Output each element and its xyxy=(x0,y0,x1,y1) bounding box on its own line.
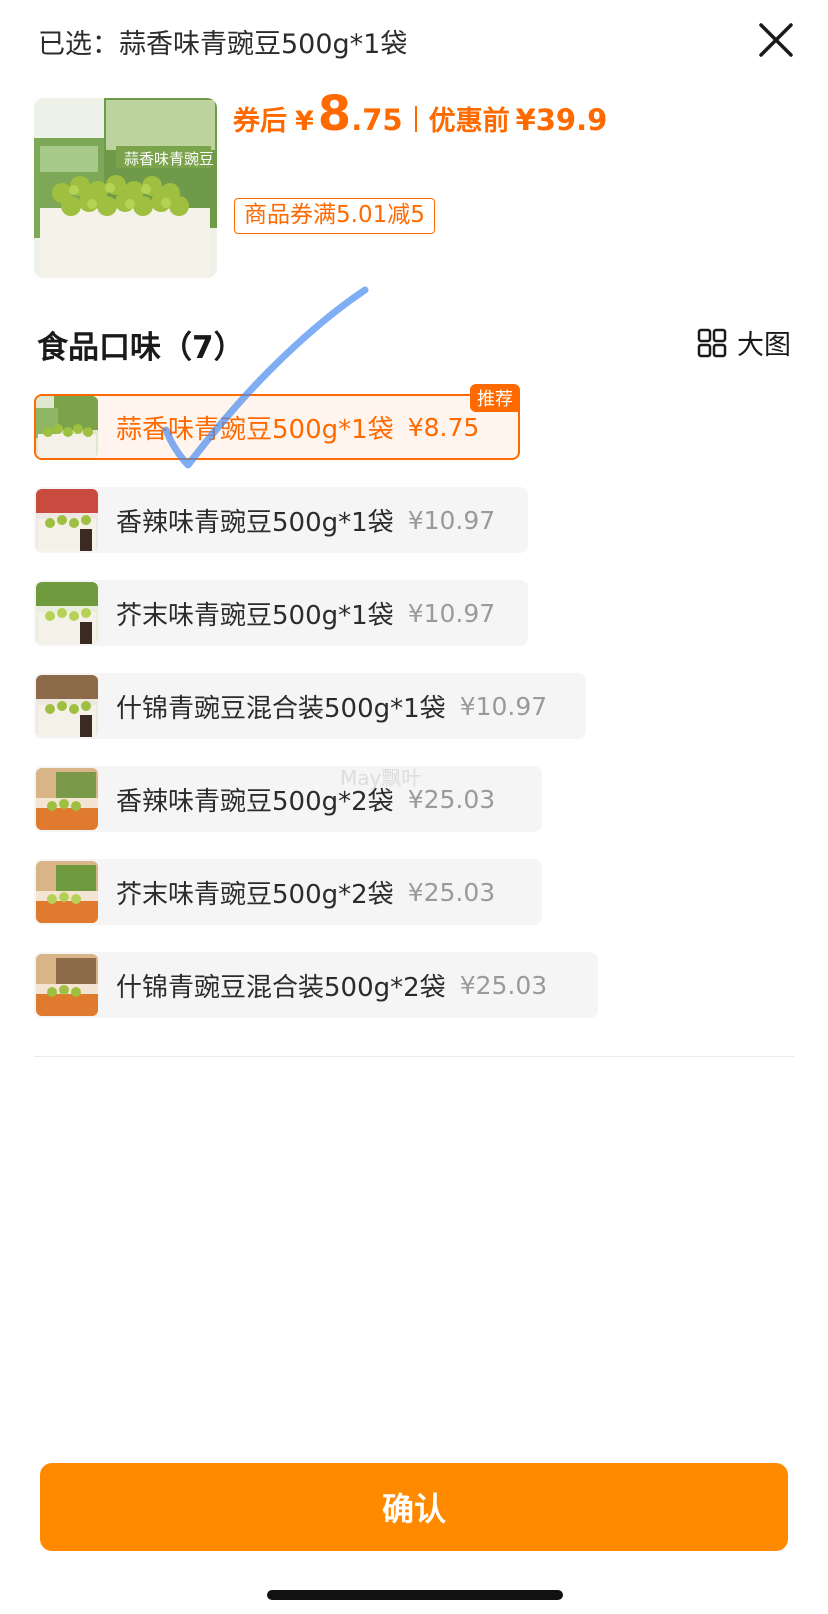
option-price: ¥8.75 xyxy=(407,412,480,442)
large-image-label: 大图 xyxy=(737,330,791,361)
option-price: ¥10.97 xyxy=(407,505,496,535)
watermark: May飘叶 xyxy=(340,766,422,790)
option-name: 芥末味青豌豆500g*1袋 xyxy=(116,600,394,631)
flavor-option-wasabi-1[interactable]: 芥末味青豌豆500g*1袋 ¥10.97 xyxy=(34,580,528,646)
grid-icon xyxy=(697,328,727,357)
original-price: ¥39.9 xyxy=(515,103,608,137)
sku-selector-sheet: 已选：蒜香味青豌豆500g*1袋 蒜香味青豌豆 券后 ¥ 8 .75 优惠前 ¥… xyxy=(0,0,828,1614)
option-thumbnail xyxy=(36,675,98,737)
product-package-image: 蒜香味青豌豆 xyxy=(34,98,217,278)
option-name: 什锦青豌豆混合装500g*2袋 xyxy=(116,972,446,1003)
option-price: ¥25.03 xyxy=(459,970,548,1000)
divider xyxy=(34,1056,794,1057)
option-thumbnail xyxy=(36,954,98,1016)
flavor-option-mixed-1[interactable]: 什锦青豌豆混合装500g*1袋 ¥10.97 xyxy=(34,673,586,739)
selected-sku-text: 已选：蒜香味青豌豆500g*1袋 xyxy=(38,29,408,60)
large-image-toggle[interactable]: 大图 xyxy=(697,323,791,362)
confirm-button[interactable]: 确认 xyxy=(40,1463,788,1551)
option-price: ¥25.03 xyxy=(407,877,496,907)
flavor-option-wasabi-2[interactable]: 芥末味青豌豆500g*2袋 ¥25.03 xyxy=(34,859,542,925)
price-divider xyxy=(414,106,417,132)
currency-symbol: ¥ xyxy=(295,106,314,137)
section-title: 食品口味（7） xyxy=(37,330,245,366)
option-price: ¥10.97 xyxy=(407,598,496,628)
price-decimal: .75 xyxy=(351,103,403,137)
product-image[interactable]: 蒜香味青豌豆 xyxy=(34,98,217,278)
option-thumbnail xyxy=(36,582,98,644)
close-icon xyxy=(759,23,793,57)
option-thumbnail xyxy=(36,768,98,830)
flavor-option-spicy-2[interactable]: 香辣味青豌豆500g*2袋 ¥25.03 xyxy=(34,766,542,832)
price-info: 券后 ¥ 8 .75 优惠前 ¥39.9 xyxy=(233,86,607,156)
option-name: 香辣味青豌豆500g*1袋 xyxy=(116,507,394,538)
option-name: 蒜香味青豌豆500g*1袋 xyxy=(116,414,394,445)
option-price: ¥10.97 xyxy=(459,691,548,721)
recommended-badge: 推荐 xyxy=(470,384,520,412)
option-thumbnail xyxy=(36,489,98,551)
original-price-label: 优惠前 xyxy=(428,106,510,137)
coupon-tag: 商品券满5.01减5 xyxy=(234,198,435,234)
close-button[interactable] xyxy=(756,20,796,60)
flavor-option-spicy-1[interactable]: 香辣味青豌豆500g*1袋 ¥10.97 xyxy=(34,487,528,553)
option-thumbnail xyxy=(36,396,98,458)
after-coupon-label: 券后 xyxy=(233,106,287,137)
flavor-option-mixed-2[interactable]: 什锦青豌豆混合装500g*2袋 ¥25.03 xyxy=(34,952,598,1018)
home-indicator xyxy=(267,1590,563,1600)
price-integer: 8 xyxy=(317,86,352,142)
svg-text:蒜香味青豌豆: 蒜香味青豌豆 xyxy=(124,150,214,168)
option-name: 芥末味青豌豆500g*2袋 xyxy=(116,879,394,910)
option-name: 什锦青豌豆混合装500g*1袋 xyxy=(116,693,446,724)
flavor-option-garlic-1[interactable]: 蒜香味青豌豆500g*1袋 ¥8.75 推荐 xyxy=(34,384,520,460)
option-thumbnail xyxy=(36,861,98,923)
